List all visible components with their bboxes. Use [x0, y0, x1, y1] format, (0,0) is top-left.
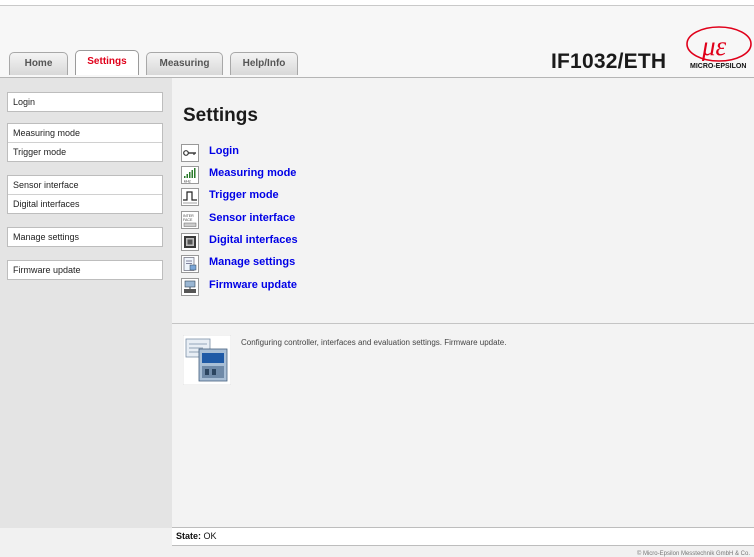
- trigger-pulse-icon: [181, 188, 199, 206]
- copyright-text: © Micro-Epsilon Messtechnik GmbH & Co.: [636, 551, 750, 557]
- description-text: Configuring controller, interfaces and e…: [241, 338, 507, 347]
- content-divider: [172, 323, 754, 324]
- status-value: OK: [203, 531, 217, 541]
- tab-settings[interactable]: Settings: [75, 50, 139, 75]
- sidebar-item-manage-settings[interactable]: Manage settings: [8, 228, 162, 246]
- tab-help-info[interactable]: Help/Info: [230, 52, 298, 75]
- device-title: IF1032/ETH: [551, 50, 667, 73]
- sidebar-item-login[interactable]: Login: [8, 93, 162, 111]
- status-label: State:: [176, 531, 202, 541]
- sidebar-group-login: Login: [7, 92, 163, 112]
- status-bar: State: OK: [172, 527, 754, 546]
- sidebar-item-digital-interfaces[interactable]: Digital interfaces: [8, 194, 162, 213]
- sidebar-group-interfaces: Sensor interface Digital interfaces: [7, 175, 163, 214]
- interface-card-icon: INTER FACE: [181, 211, 199, 229]
- digital-port-icon: [181, 233, 199, 251]
- svg-text:FACE: FACE: [183, 218, 193, 222]
- key-icon: [181, 144, 199, 162]
- svg-text:kHz: kHz: [184, 179, 191, 184]
- tab-measuring[interactable]: Measuring: [146, 52, 223, 75]
- settings-file-icon: [181, 255, 199, 273]
- signal-khz-icon: kHz: [181, 166, 199, 184]
- header: Home Settings Measuring Help/Info IF1032…: [0, 6, 754, 78]
- link-trigger-mode-label[interactable]: Trigger mode: [209, 189, 279, 201]
- page-title: Settings: [183, 105, 258, 126]
- link-digital-interfaces-label[interactable]: Digital interfaces: [209, 234, 298, 246]
- firmware-chip-icon: [181, 278, 199, 296]
- logo-wordmark: MICRO-EPSILON: [690, 63, 747, 70]
- sidebar-item-sensor-interface[interactable]: Sensor interface: [8, 176, 162, 194]
- link-firmware-update-label[interactable]: Firmware update: [209, 279, 297, 291]
- link-sensor-interface-label[interactable]: Sensor interface: [209, 212, 295, 224]
- link-login-label[interactable]: Login: [209, 145, 239, 157]
- controller-device-icon: [183, 335, 231, 385]
- sidebar-item-firmware-update[interactable]: Firmware update: [8, 261, 162, 279]
- sidebar: Login Measuring mode Trigger mode Sensor…: [0, 78, 172, 528]
- sidebar-item-trigger-mode[interactable]: Trigger mode: [8, 142, 162, 161]
- main-content: Settings Login kHz Measuring mode Trigge…: [172, 78, 754, 528]
- svg-text:με: με: [701, 31, 727, 61]
- sidebar-group-modes: Measuring mode Trigger mode: [7, 123, 163, 162]
- status-text: State: OK: [176, 531, 217, 541]
- sidebar-item-measuring-mode[interactable]: Measuring mode: [8, 124, 162, 142]
- tab-home[interactable]: Home: [9, 52, 68, 75]
- sidebar-group-manage: Manage settings: [7, 227, 163, 247]
- app-frame: Home Settings Measuring Help/Info IF1032…: [0, 5, 754, 557]
- link-manage-settings-label[interactable]: Manage settings: [209, 256, 295, 268]
- link-measuring-mode-label[interactable]: Measuring mode: [209, 167, 296, 179]
- sidebar-group-firmware: Firmware update: [7, 260, 163, 280]
